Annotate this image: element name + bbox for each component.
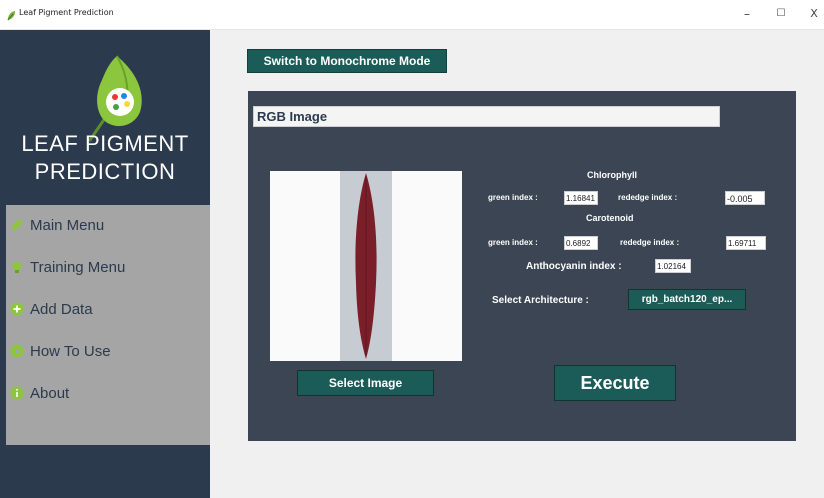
monochrome-mode-button[interactable]: Switch to Monochrome Mode [247, 49, 447, 73]
sidebar-item-add-data[interactable]: Add Data [6, 289, 210, 329]
architecture-select-button[interactable]: rgb_batch120_ep... [628, 289, 746, 310]
sidebar-item-label: Main Menu [30, 216, 105, 234]
brand-line-2: PREDICTION [34, 159, 176, 184]
chlorophyll-heading: Chlorophyll [587, 170, 637, 180]
rgb-panel: RGB Image Select Image Chlorophyll green… [248, 91, 796, 441]
main-content: Switch to Monochrome Mode RGB Image Sele… [210, 30, 824, 498]
maximize-button[interactable]: ☐ [770, 5, 792, 23]
leaf-logo-icon [88, 55, 142, 142]
chlorophyll-green-label: green index : [488, 193, 538, 202]
anthocyanin-label: Anthocyanin index : [526, 261, 622, 272]
title-bar: Leaf Pigment Prediction – ☐ X [0, 0, 824, 30]
leaf-icon [12, 220, 22, 230]
sidebar-item-label: How To Use [30, 342, 111, 360]
chlorophyll-rededge-label: rededge index : [618, 193, 678, 202]
panel-header: RGB Image [253, 106, 720, 127]
window-title: Leaf Pigment Prediction [19, 8, 114, 17]
close-button[interactable]: X [803, 5, 824, 23]
info-icon [10, 386, 24, 400]
sidebar-menu: Main Menu Training Menu Add Data How To … [6, 205, 210, 445]
carotenoid-heading: Carotenoid [586, 213, 634, 223]
sidebar-item-label: Add Data [30, 300, 93, 318]
help-icon [10, 344, 24, 358]
sidebar-item-how-to-use[interactable]: How To Use [6, 331, 210, 371]
brand-line-1: LEAF PIGMENT [21, 131, 189, 156]
plus-icon [10, 302, 24, 316]
sidebar-item-label: Training Menu [30, 258, 126, 276]
anthocyanin-value: 1.02164 [655, 259, 691, 273]
carotenoid-rededge-label: rededge index : [620, 238, 680, 247]
image-preview [270, 171, 462, 361]
sidebar-item-about[interactable]: About [6, 373, 210, 413]
carotenoid-rededge-value: 1.69711 [726, 236, 766, 250]
chlorophyll-rededge-value: -0.005 [725, 191, 765, 205]
sidebar-item-training-menu[interactable]: Training Menu [6, 247, 210, 287]
bulb-icon [12, 261, 22, 273]
carotenoid-green-label: green index : [488, 238, 538, 247]
minimize-button[interactable]: – [736, 5, 758, 23]
sidebar-item-label: About [30, 384, 70, 402]
sidebar-item-main-menu[interactable]: Main Menu [6, 205, 210, 245]
carotenoid-green-value: 0.6892 [564, 236, 598, 250]
leaf-app-icon [7, 10, 16, 21]
architecture-label: Select Architecture : [492, 295, 589, 306]
app-brand-title: LEAF PIGMENT PREDICTION [0, 130, 210, 186]
leaf-image [355, 173, 377, 359]
chlorophyll-green-value: 1.16841 [564, 191, 598, 205]
select-image-button[interactable]: Select Image [297, 370, 434, 396]
sidebar: LEAF PIGMENT PREDICTION Main Menu Traini… [0, 30, 210, 498]
execute-button[interactable]: Execute [554, 365, 676, 401]
